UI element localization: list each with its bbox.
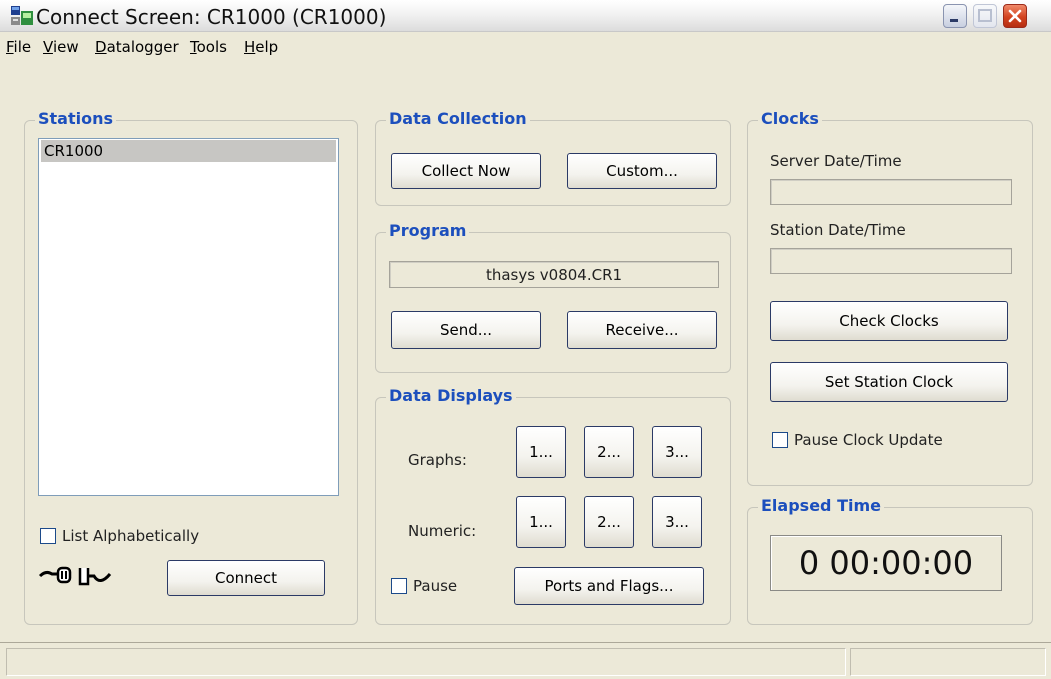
data-displays-title: Data Displays (386, 386, 516, 406)
maximize-icon (978, 9, 992, 22)
check-clocks-label: Check Clocks (839, 312, 939, 330)
menu-bar: File View Datalogger Tools Help (0, 33, 1051, 61)
close-button[interactable] (1003, 4, 1027, 28)
menu-view[interactable]: View (43, 36, 79, 58)
pause-checkbox[interactable] (391, 578, 407, 594)
minimize-icon (950, 19, 958, 22)
numeric-1-button[interactable]: 1... (516, 496, 566, 548)
program-title: Program (386, 221, 470, 241)
graphs-label: Graphs: (408, 451, 467, 469)
collect-now-button[interactable]: Collect Now (391, 153, 541, 189)
graph-1-button[interactable]: 1... (516, 426, 566, 478)
check-clocks-button[interactable]: Check Clocks (770, 301, 1008, 341)
program-file-name: thasys v0804.CR1 (485, 265, 623, 284)
app-icon (10, 5, 34, 27)
station-date-time-field (770, 248, 1012, 274)
pause-label: Pause (413, 577, 458, 595)
title-bar[interactable]: Connect Screen: CR1000 (CR1000) (0, 0, 1051, 32)
station-item-label: CR1000 (44, 142, 104, 160)
receive-button[interactable]: Receive... (567, 311, 717, 349)
graph-3-button[interactable]: 3... (652, 426, 702, 478)
data-collection-title: Data Collection (386, 109, 530, 129)
stations-title: Stations (35, 109, 117, 129)
status-pane-main (6, 648, 846, 676)
list-alphabetically-checkbox[interactable] (40, 528, 56, 544)
custom-label: Custom... (606, 162, 678, 180)
send-button[interactable]: Send... (391, 311, 541, 349)
menu-datalogger[interactable]: Datalogger (95, 36, 179, 58)
collect-now-label: Collect Now (421, 162, 511, 180)
elapsed-time-display: 0 00:00:00 (770, 535, 1002, 591)
program-group (375, 232, 731, 373)
elapsed-time-title: Elapsed Time (758, 496, 884, 516)
connect-button-label: Connect (214, 569, 278, 587)
maximize-button[interactable] (973, 4, 997, 28)
custom-button[interactable]: Custom... (567, 153, 717, 189)
window-title: Connect Screen: CR1000 (CR1000) (36, 5, 387, 29)
set-station-clock-button[interactable]: Set Station Clock (770, 362, 1008, 402)
server-date-time-label: Server Date/Time (770, 152, 902, 170)
graph-2-button[interactable]: 2... (584, 426, 634, 478)
ports-and-flags-label: Ports and Flags... (544, 577, 674, 595)
pause-clock-update-checkbox[interactable] (772, 432, 788, 448)
minimize-button[interactable] (943, 4, 967, 28)
numeric-label: Numeric: (408, 522, 477, 540)
program-file-field: thasys v0804.CR1 (389, 261, 719, 288)
station-item-cr1000[interactable]: CR1000 (41, 140, 336, 162)
numeric-2-button[interactable]: 2... (584, 496, 634, 548)
set-station-clock-label: Set Station Clock (824, 373, 954, 391)
status-pane-secondary (850, 648, 1046, 676)
menu-tools[interactable]: Tools (190, 36, 227, 58)
ports-and-flags-button[interactable]: Ports and Flags... (514, 567, 704, 605)
menu-file[interactable]: File (6, 36, 31, 58)
list-alphabetically-label: List Alphabetically (62, 527, 200, 545)
disconnected-plug-icon (38, 562, 114, 592)
numeric-3-button[interactable]: 3... (652, 496, 702, 548)
receive-label: Receive... (605, 321, 679, 339)
menu-help[interactable]: Help (244, 36, 278, 58)
clocks-title: Clocks (758, 109, 822, 129)
pause-clock-update-label: Pause Clock Update (794, 431, 943, 449)
close-icon (1008, 9, 1022, 23)
menu-file-rest: ile (13, 38, 32, 56)
station-date-time-label: Station Date/Time (770, 221, 906, 239)
send-label: Send... (439, 321, 493, 339)
server-date-time-field (770, 179, 1012, 205)
connect-button[interactable]: Connect (167, 560, 325, 596)
stations-list[interactable]: CR1000 (38, 138, 339, 496)
